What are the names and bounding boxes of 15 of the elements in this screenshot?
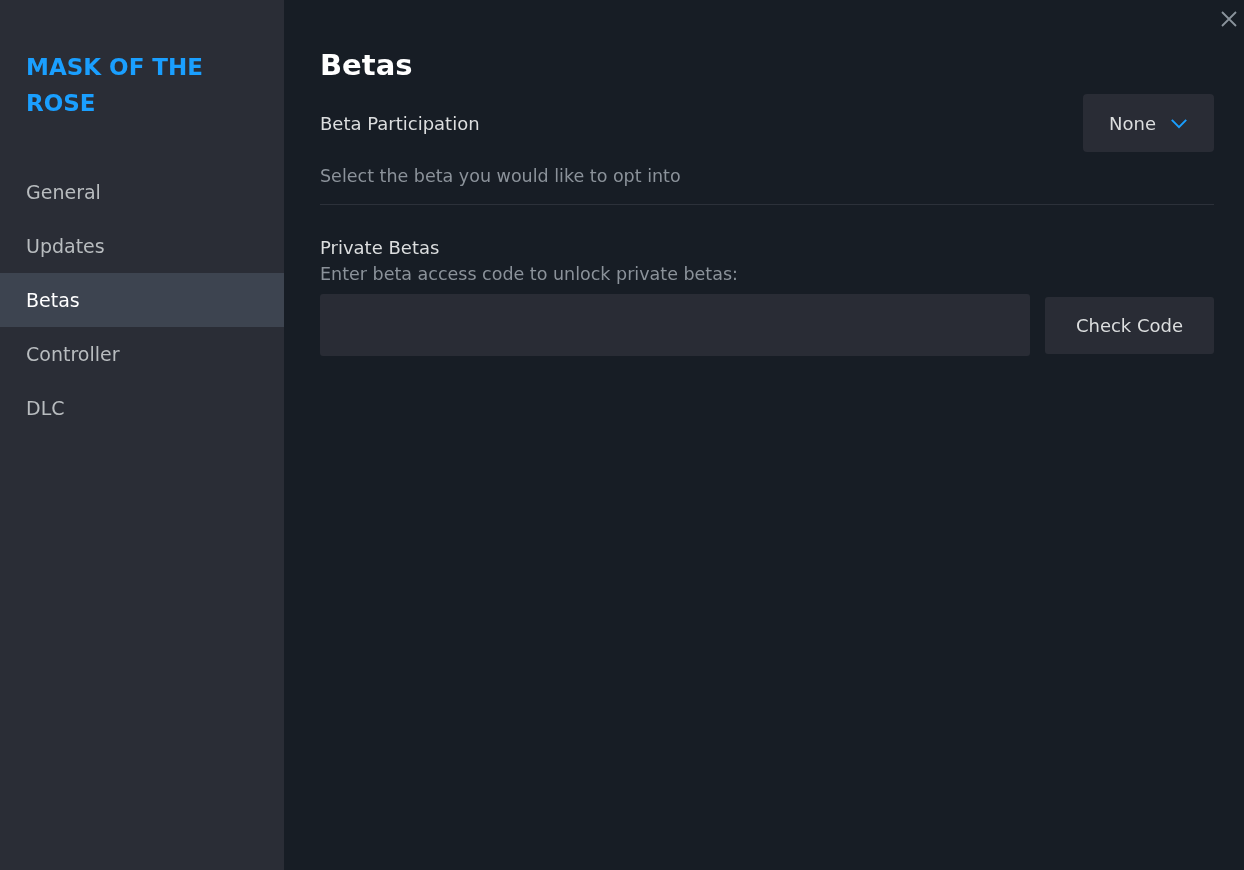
- sidebar-item[interactable]: General: [0, 165, 284, 219]
- sidebar-item[interactable]: Controller: [0, 327, 284, 381]
- game-title: MASK OF THE ROSE: [25, 53, 204, 118]
- page-title: Betas: [320, 47, 414, 84]
- caret-icon: [1170, 117, 1188, 129]
- sidebar-item[interactable]: DLC: [0, 381, 284, 435]
- section-label: Private Betas: [320, 237, 441, 258]
- beta-dropdown[interactable]: None: [1083, 94, 1214, 152]
- section-label: Beta Participation: [320, 112, 480, 134]
- close-icon[interactable]: [1220, 10, 1238, 28]
- sidebar-item[interactable]: Updates: [0, 219, 284, 273]
- check-code-button[interactable]: Check Code: [1045, 296, 1214, 354]
- sidebar-item[interactable]: Betas: [0, 273, 284, 327]
- description: Select the beta you would like to opt into: [320, 166, 682, 186]
- description: Enter beta access code to unlock private betas:: [320, 264, 739, 284]
